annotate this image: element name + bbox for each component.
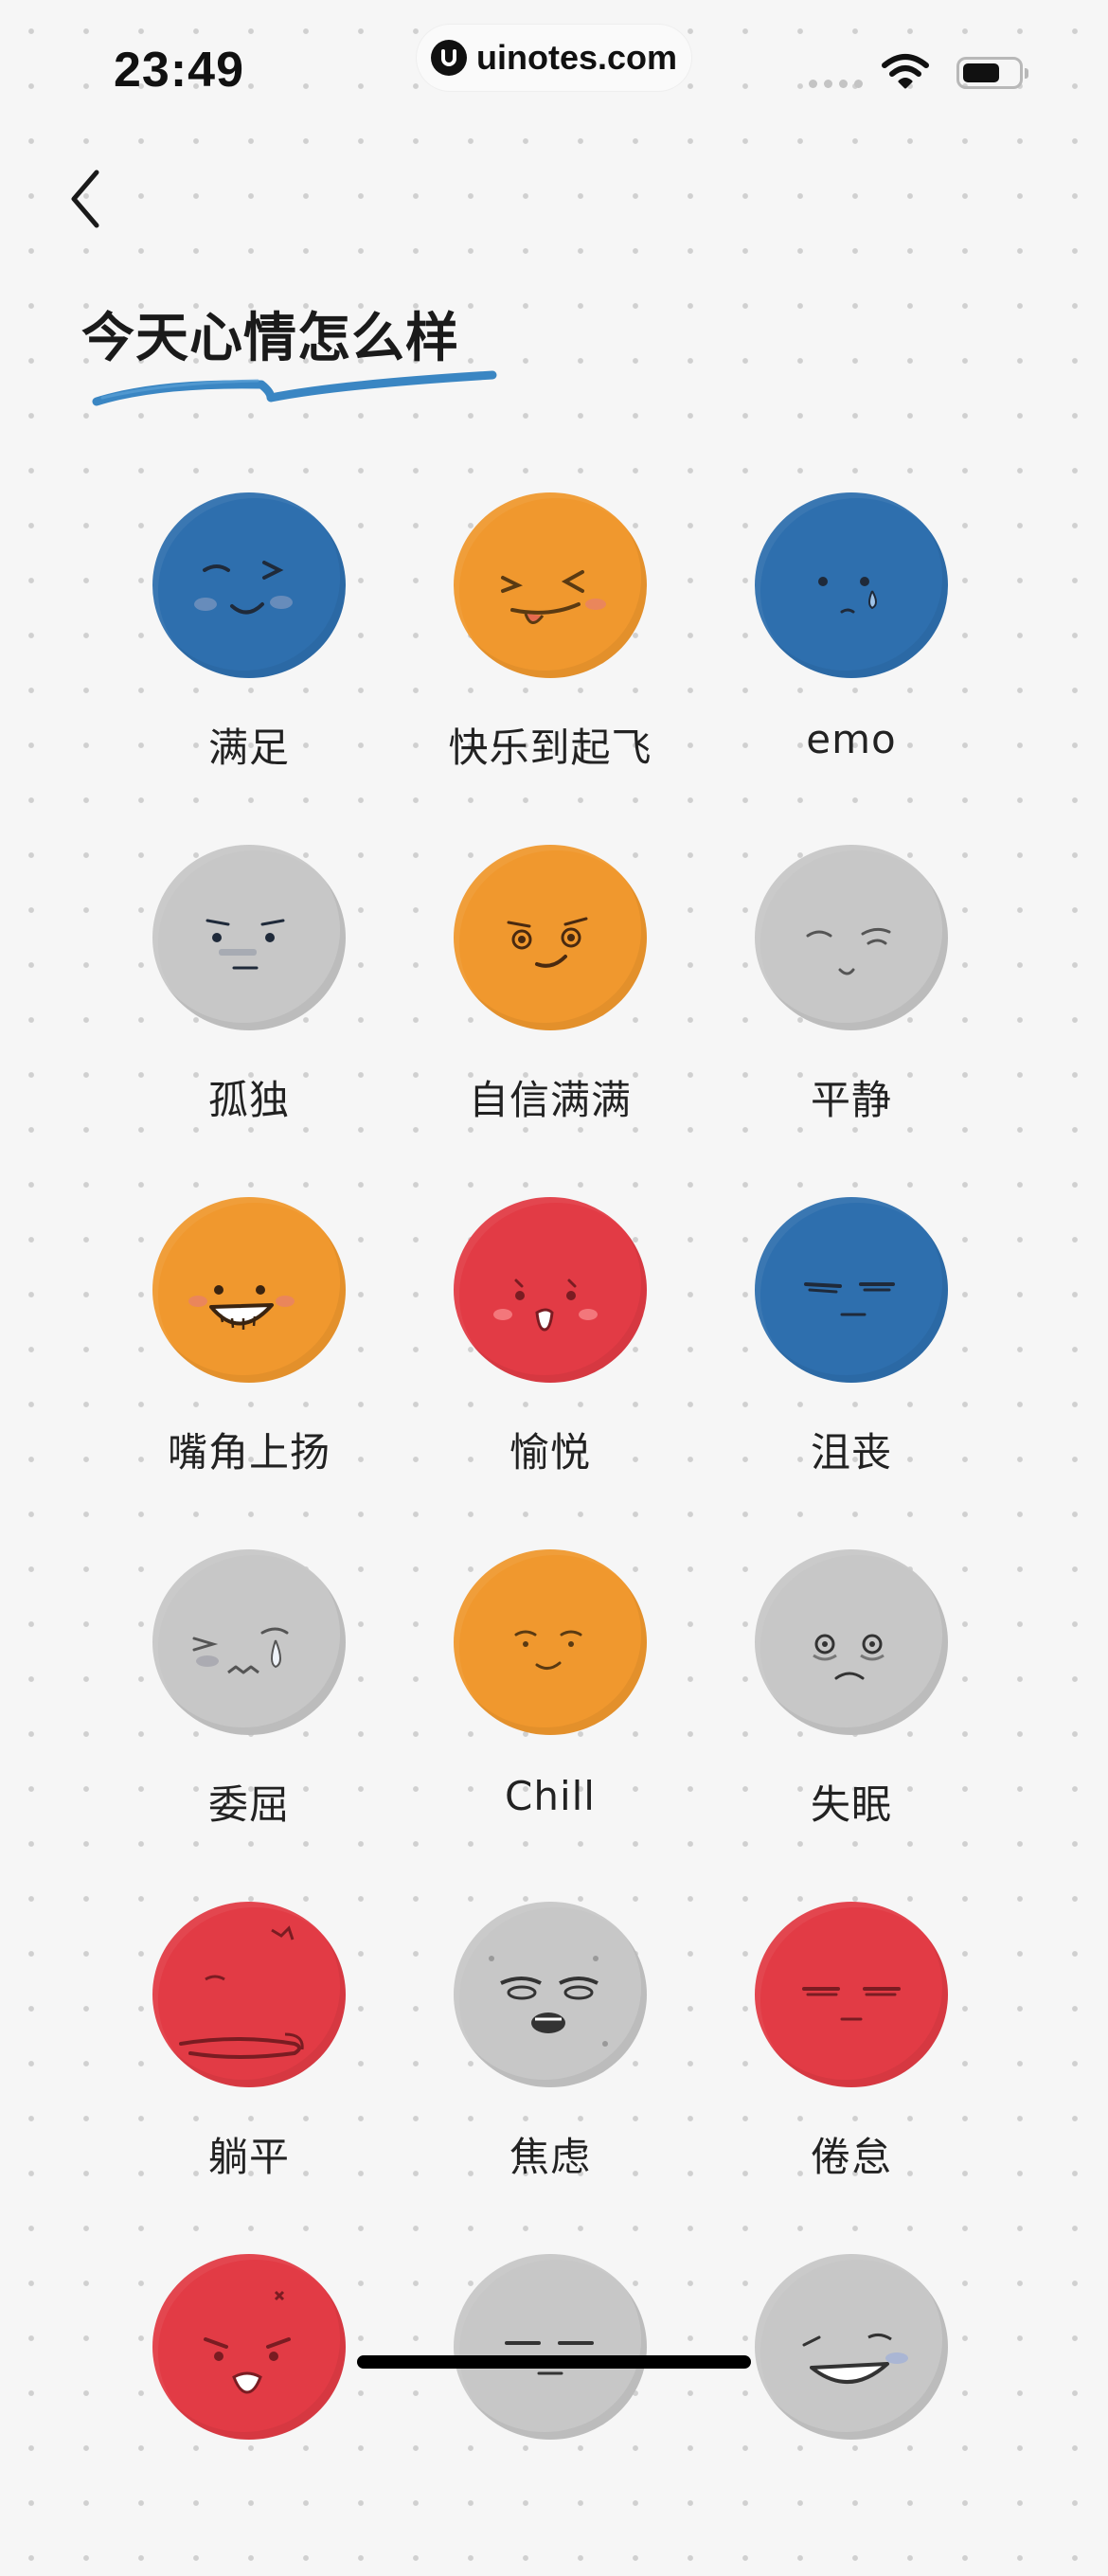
sleepless-face-icon xyxy=(755,1549,948,1735)
mood-option-item-17[interactable] xyxy=(394,2254,706,2576)
mood-label: 愉悦 xyxy=(509,1429,591,1476)
squint-tongue-out-face-icon xyxy=(454,492,647,678)
mood-option-焦虑[interactable]: 焦虑 xyxy=(394,1902,706,2224)
grin-face-icon xyxy=(152,1197,346,1383)
mood-grid: 满足 快乐到起飞 emo 孤独 自信满满 平静 嘴角上扬 愉悦 沮丧 委屈 Ch… xyxy=(0,0,1108,2440)
mood-option-Chill[interactable]: Chill xyxy=(394,1549,706,1871)
mood-label: 沮丧 xyxy=(810,1429,892,1476)
mood-label: 快乐到起飞 xyxy=(448,724,652,771)
aggrieved-face-icon xyxy=(152,1549,346,1735)
mood-option-倦怠[interactable]: 倦怠 xyxy=(695,1902,1008,2224)
tearful-face-icon xyxy=(755,492,948,678)
mood-option-平静[interactable]: 平静 xyxy=(695,845,1008,1167)
weary-face-icon xyxy=(755,1902,948,2087)
angry-face-icon xyxy=(152,2254,346,2440)
mood-option-嘴角上扬[interactable]: 嘴角上扬 xyxy=(93,1197,405,1519)
mood-option-item-18[interactable] xyxy=(695,2254,1008,2576)
mood-option-满足[interactable]: 满足 xyxy=(93,492,405,814)
mood-option-孤独[interactable]: 孤独 xyxy=(93,845,405,1167)
mood-label: Chill xyxy=(505,1773,596,1819)
mood-option-快乐到起飞[interactable]: 快乐到起飞 xyxy=(394,492,706,814)
mood-label: 躺平 xyxy=(207,2134,290,2180)
mood-option-自信满满[interactable]: 自信满满 xyxy=(394,845,706,1167)
mood-label: 倦怠 xyxy=(810,2134,892,2180)
mood-label: 平静 xyxy=(810,1077,892,1123)
happy-closed-eyes-face-icon xyxy=(152,492,346,678)
mood-label: 嘴角上扬 xyxy=(167,1429,331,1476)
mood-option-委屈[interactable]: 委屈 xyxy=(93,1549,405,1871)
lying-flat-face-icon xyxy=(152,1902,346,2087)
mood-label: 委屈 xyxy=(207,1781,290,1828)
mood-option-沮丧[interactable]: 沮丧 xyxy=(695,1197,1008,1519)
mood-option-item-16[interactable] xyxy=(93,2254,405,2576)
lonely-face-icon xyxy=(152,845,346,1030)
mood-label: emo xyxy=(806,716,897,762)
mood-option-愉悦[interactable]: 愉悦 xyxy=(394,1197,706,1519)
mood-option-失眠[interactable]: 失眠 xyxy=(695,1549,1008,1871)
mood-option-emo[interactable]: emo xyxy=(695,492,1008,814)
anxious-face-icon xyxy=(454,1902,647,2087)
dejected-face-icon xyxy=(755,1197,948,1383)
mood-option-躺平[interactable]: 躺平 xyxy=(93,1902,405,2224)
laughing-face-icon xyxy=(755,2254,948,2440)
smirk-face-icon xyxy=(454,845,647,1030)
relaxed-face-icon xyxy=(454,1549,647,1735)
mood-label: 失眠 xyxy=(810,1781,892,1828)
annoyed-face-icon xyxy=(454,2254,647,2440)
delighted-face-icon xyxy=(454,1197,647,1383)
mood-label: 自信满满 xyxy=(468,1077,632,1123)
mood-label: 孤独 xyxy=(207,1077,290,1123)
calm-wink-face-icon xyxy=(755,845,948,1030)
mood-label: 满足 xyxy=(207,724,290,771)
mood-label: 焦虑 xyxy=(509,2134,591,2180)
home-indicator xyxy=(357,2355,751,2369)
